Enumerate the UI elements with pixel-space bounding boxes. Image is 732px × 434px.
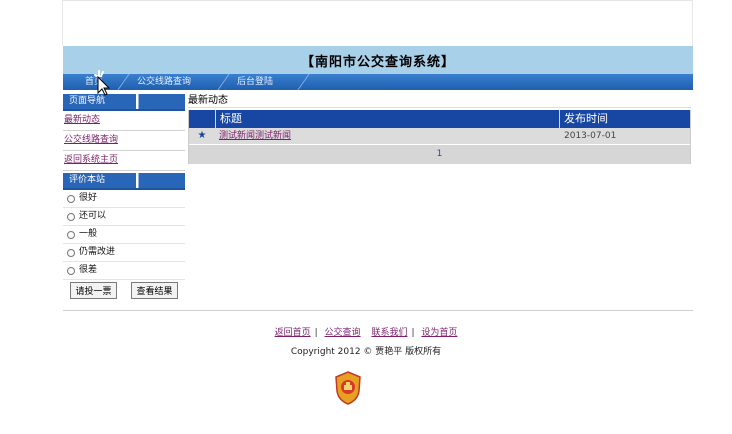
radio-icon[interactable] [67,194,75,203]
footer-link-home[interactable]: 返回首页 [275,328,311,338]
view-results-button[interactable]: 查看结果 [131,281,178,299]
left-border [62,0,63,46]
sidebar-item-latest-news[interactable]: 最新动态 [63,111,185,131]
radio-icon[interactable] [67,212,75,221]
submit-vote-button[interactable]: 请投一票 [70,281,117,299]
pagination: 1 [189,144,690,164]
right-border [692,0,693,46]
vote-option-label: 仍需改进 [79,247,116,257]
table-header-date: 发布时间 [559,110,690,128]
footer-link-query[interactable]: 公交查询 [325,328,361,338]
site-title: 【南阳市公交查询系统】 [300,54,455,70]
vote-option-label: 很好 [79,193,98,203]
vote-option[interactable]: 仍需改进 [63,244,185,262]
top-border [63,0,693,1]
footer-separator: | [314,328,318,338]
top-nav: 首页 公交线路查询 后台登陆 [63,74,693,90]
page-number[interactable]: 1 [437,149,443,159]
nav-separator [297,74,310,90]
sidebar-vote-heading: 评价本站 [63,173,185,190]
news-title-link[interactable]: 测试新闻测试新闻 [215,128,560,144]
radio-icon[interactable] [67,248,75,257]
header-banner: 【南阳市公交查询系统】 [63,46,693,74]
vote-option[interactable]: 一般 [63,226,185,244]
footer-separator: | [411,328,415,338]
radio-icon[interactable] [67,266,75,275]
vote-option[interactable]: 很差 [63,262,185,280]
table-header-icon-col [189,110,215,128]
footer-link-contact[interactable]: 联系我们 [371,328,407,338]
footer-link-set-home[interactable]: 设为首页 [421,328,457,338]
news-date: 2013-07-01 [564,131,617,141]
page-title: 最新动态 [188,94,691,108]
vote-buttons: 请投一票 查看结果 [63,280,185,300]
vote-option[interactable]: 很好 [63,190,185,208]
sidebar: 页面导航 最新动态 公交线路查询 返回系统主页 评价本站 很好 还可以 一般 仍… [63,94,185,300]
main-content: 最新动态 标题 发布时间 ★ 测试新闻测试新闻 2013-07-01 1 [188,94,691,164]
nav-route-query[interactable]: 公交线路查询 [123,74,205,90]
table-row: ★ 测试新闻测试新闻 2013-07-01 [189,128,690,144]
footer-links: 返回首页 | 公交查询 联系我们 | 设为首页 [0,325,732,338]
copyright-text: Copyright 2012 © 贾艳平 版权所有 [290,347,442,357]
mouse-cursor-icon [94,70,111,96]
police-emblem-icon [335,371,361,405]
vote-option-label: 一般 [79,229,98,239]
star-icon: ★ [197,130,207,141]
sidebar-item-route-query[interactable]: 公交线路查询 [63,131,185,151]
vote-option[interactable]: 还可以 [63,208,185,226]
nav-admin-login[interactable]: 后台登陆 [223,74,287,90]
sidebar-nav-heading: 页面导航 [63,94,185,111]
news-table: 标题 发布时间 ★ 测试新闻测试新闻 2013-07-01 1 [188,110,691,164]
vote-option-label: 还可以 [79,211,107,221]
radio-icon[interactable] [67,230,75,239]
table-header-title: 标题 [215,110,559,128]
table-header: 标题 发布时间 [189,110,690,128]
footer-divider [63,310,693,311]
vote-option-label: 很差 [79,265,98,275]
sidebar-item-home[interactable]: 返回系统主页 [63,151,185,171]
